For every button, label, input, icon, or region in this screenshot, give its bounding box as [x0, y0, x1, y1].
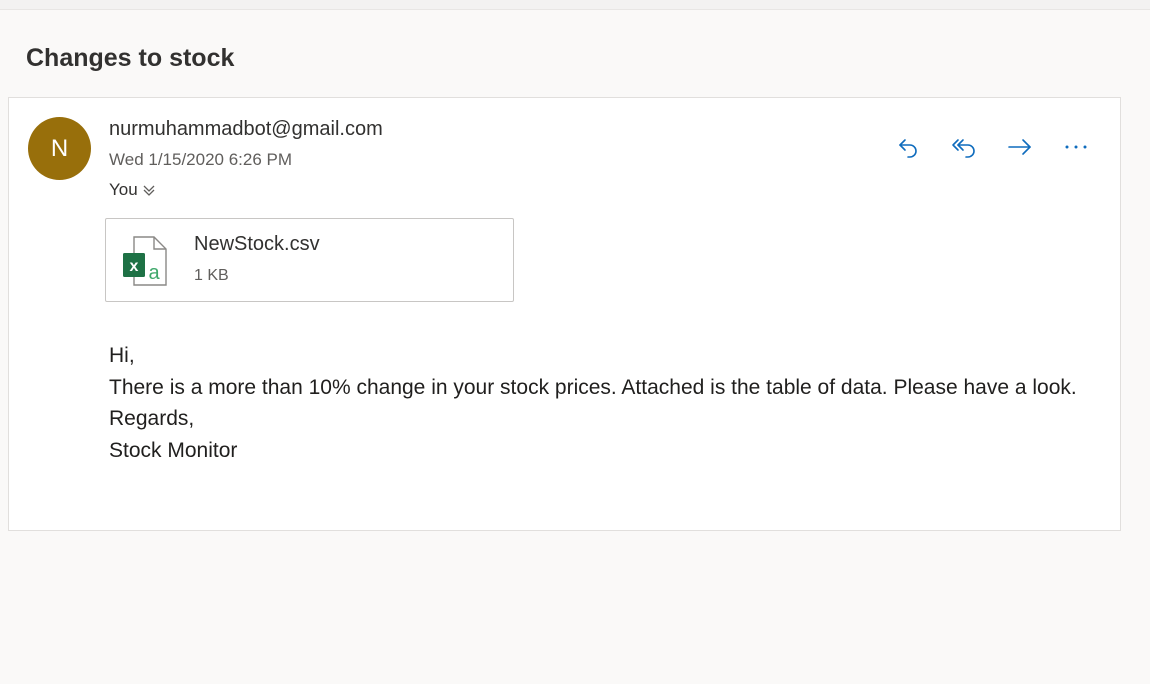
reply-all-icon[interactable]: [949, 132, 979, 162]
svg-text:x: x: [130, 258, 139, 275]
message-card: N nurmuhammadbot@gmail.com Wed 1/15/2020…: [8, 97, 1121, 531]
body-closing: Regards,: [109, 407, 195, 430]
sent-date: Wed 1/15/2020 6:26 PM: [109, 150, 293, 169]
attachment-file-name: NewStock.csv: [194, 233, 320, 255]
expand-recipients-icon[interactable]: [142, 183, 156, 197]
sender-address[interactable]: nurmuhammadbot@gmail.com: [109, 118, 383, 141]
message-actions: [893, 132, 1091, 162]
forward-icon[interactable]: [1005, 132, 1035, 162]
attachment-file-size: 1 KB: [194, 267, 229, 284]
message-body: Hi, There is a more than 10% change in y…: [109, 340, 1099, 466]
excel-csv-file-icon: x a: [122, 235, 168, 287]
body-line: There is a more than 10% change in your …: [109, 375, 1077, 399]
reply-icon[interactable]: [893, 132, 923, 162]
more-options-icon[interactable]: [1061, 132, 1091, 162]
svg-text:a: a: [148, 262, 160, 284]
top-strip: [0, 0, 1150, 10]
body-signature: Stock Monitor: [109, 438, 238, 462]
sender-avatar[interactable]: N: [28, 117, 91, 180]
recipient-label: You: [109, 180, 138, 199]
recipients-row[interactable]: You: [109, 180, 156, 200]
body-greeting: Hi,: [109, 344, 135, 367]
email-subject: Changes to stock: [26, 44, 235, 72]
attachment-card[interactable]: x a NewStock.csv 1 KB: [105, 218, 514, 302]
